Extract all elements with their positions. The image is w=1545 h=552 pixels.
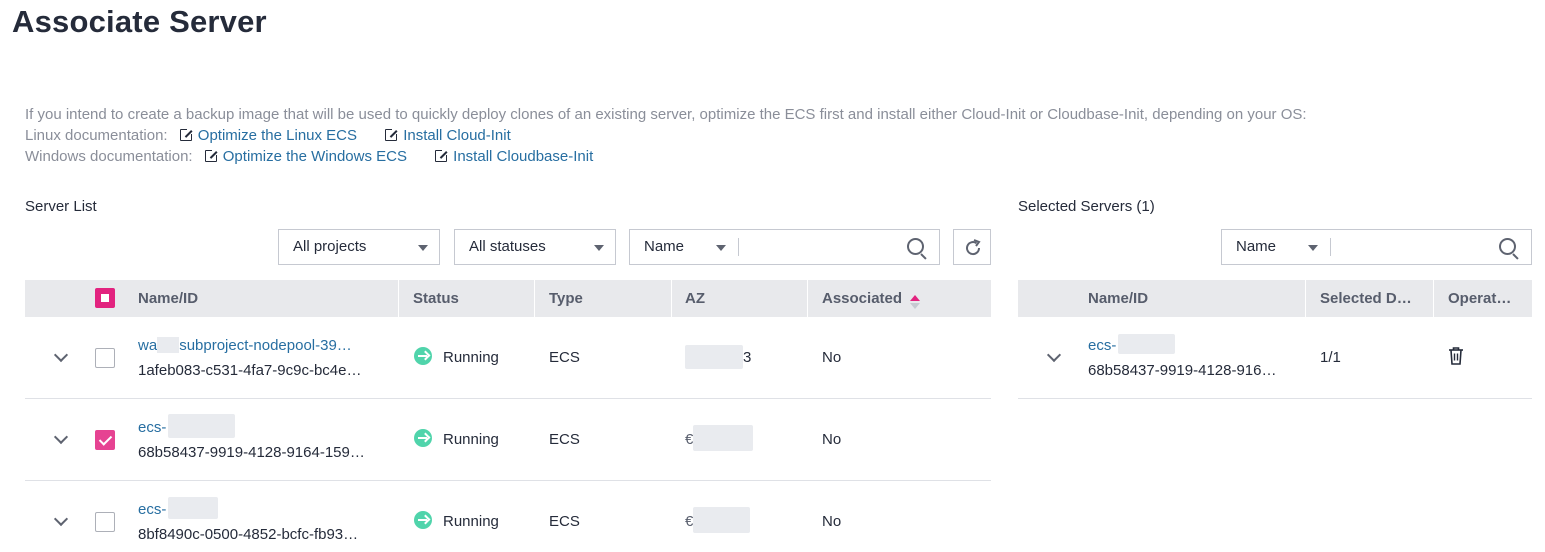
optimize-windows-ecs-link[interactable]: Optimize the Windows ECS — [204, 148, 407, 165]
refresh-icon — [966, 239, 981, 256]
page-title: Associate Server — [12, 4, 267, 39]
redacted-az — [693, 507, 750, 533]
server-id: 1afeb083-c531-4fa7-9c9c-bc4e… — [138, 362, 362, 379]
column-type[interactable]: Type — [549, 280, 583, 317]
server-status: Running — [443, 349, 499, 366]
column-associated[interactable]: Associated — [822, 280, 921, 317]
row-divider — [25, 480, 991, 481]
row-divider — [1018, 398, 1532, 399]
running-status-icon — [414, 347, 432, 365]
column-az[interactable]: AZ — [685, 280, 705, 317]
redacted-name — [1118, 334, 1175, 354]
server-id: 8bf8490c-0500-4852-bcfc-fb93… — [138, 526, 359, 543]
external-link-icon — [385, 127, 400, 141]
selected-disks-value: 1/1 — [1320, 349, 1341, 366]
selected-search-box: Name — [1221, 229, 1532, 265]
trash-icon — [1449, 347, 1463, 365]
windows-docs-label: Windows documentation: — [25, 148, 193, 165]
column-operation[interactable]: Operat… — [1448, 280, 1511, 317]
redacted-name — [168, 414, 235, 438]
optimize-linux-ecs-link[interactable]: Optimize the Linux ECS — [179, 127, 357, 144]
server-associated: No — [822, 513, 842, 530]
server-id: 68b58437-9919-4128-916… — [1088, 362, 1277, 379]
chevron-down-icon — [594, 245, 604, 251]
server-list-label: Server List — [25, 198, 97, 215]
running-status-icon — [414, 429, 432, 447]
refresh-button[interactable] — [953, 229, 991, 265]
selected-servers-label: Selected Servers (1) — [1018, 198, 1155, 215]
row-checkbox[interactable] — [95, 348, 115, 368]
search-divider — [738, 238, 739, 256]
column-name-id[interactable]: Name/ID — [1088, 280, 1148, 317]
server-type: ECS — [549, 431, 580, 448]
column-name-id[interactable]: Name/ID — [138, 280, 198, 317]
chevron-down-icon[interactable] — [1308, 245, 1318, 251]
server-status: Running — [443, 513, 499, 530]
project-filter-dropdown[interactable]: All projects — [278, 229, 440, 265]
search-input[interactable] — [1340, 230, 1490, 264]
search-field-select[interactable]: Name — [644, 230, 684, 264]
search-input[interactable] — [748, 230, 898, 264]
server-type: ECS — [549, 349, 580, 366]
project-filter-value: All projects — [293, 238, 367, 255]
install-cloud-init-link[interactable]: Install Cloud-Init — [385, 127, 511, 144]
server-type: ECS — [549, 513, 580, 530]
search-icon[interactable] — [1499, 238, 1516, 255]
expand-row-icon[interactable] — [1046, 347, 1062, 363]
sort-ascending-icon[interactable] — [910, 295, 921, 309]
documentation-info: If you intend to create a backup image t… — [25, 104, 1307, 167]
expand-row-icon[interactable] — [53, 429, 69, 445]
install-cloudbase-init-link[interactable]: Install Cloudbase-Init — [435, 148, 593, 165]
redacted-az — [693, 425, 753, 451]
search-icon[interactable] — [907, 238, 924, 255]
server-name-link[interactable]: wa subproject-nodepool-39… — [138, 337, 383, 354]
external-link-icon — [179, 127, 194, 141]
row-checkbox[interactable] — [95, 430, 115, 450]
windows-docs-row: Windows documentation: Optimize the Wind… — [25, 146, 1307, 167]
linux-docs-label: Linux documentation: — [25, 127, 168, 144]
delete-button[interactable] — [1448, 347, 1464, 370]
chevron-down-icon — [418, 245, 428, 251]
row-checkbox[interactable] — [95, 512, 115, 532]
selected-table-header: Name/ID Selected D… Operat… — [1018, 280, 1532, 317]
server-az: 3 — [743, 349, 752, 366]
linux-docs-row: Linux documentation: Optimize the Linux … — [25, 125, 1307, 146]
running-status-icon — [414, 511, 432, 529]
chevron-down-icon[interactable] — [716, 245, 726, 251]
status-filter-value: All statuses — [469, 238, 546, 255]
expand-row-icon[interactable] — [53, 347, 69, 363]
server-id: 68b58437-9919-4128-9164-159… — [138, 444, 365, 461]
external-link-icon — [435, 148, 450, 162]
redacted-az — [685, 345, 743, 369]
server-table-header: Name/ID Status Type AZ Associated — [25, 280, 991, 317]
redacted-name — [168, 497, 218, 519]
server-associated: No — [822, 431, 842, 448]
column-status[interactable]: Status — [413, 280, 459, 317]
search-field-select[interactable]: Name — [1236, 230, 1276, 264]
status-filter-dropdown[interactable]: All statuses — [454, 229, 616, 265]
column-selected-disks[interactable]: Selected D… — [1320, 280, 1412, 317]
select-all-checkbox[interactable] — [95, 288, 115, 308]
external-link-icon — [204, 148, 219, 162]
info-intro: If you intend to create a backup image t… — [25, 106, 1307, 123]
server-status: Running — [443, 431, 499, 448]
server-search-box: Name — [629, 229, 940, 265]
server-associated: No — [822, 349, 842, 366]
row-divider — [25, 398, 991, 399]
expand-row-icon[interactable] — [53, 511, 69, 527]
search-divider — [1330, 238, 1331, 256]
